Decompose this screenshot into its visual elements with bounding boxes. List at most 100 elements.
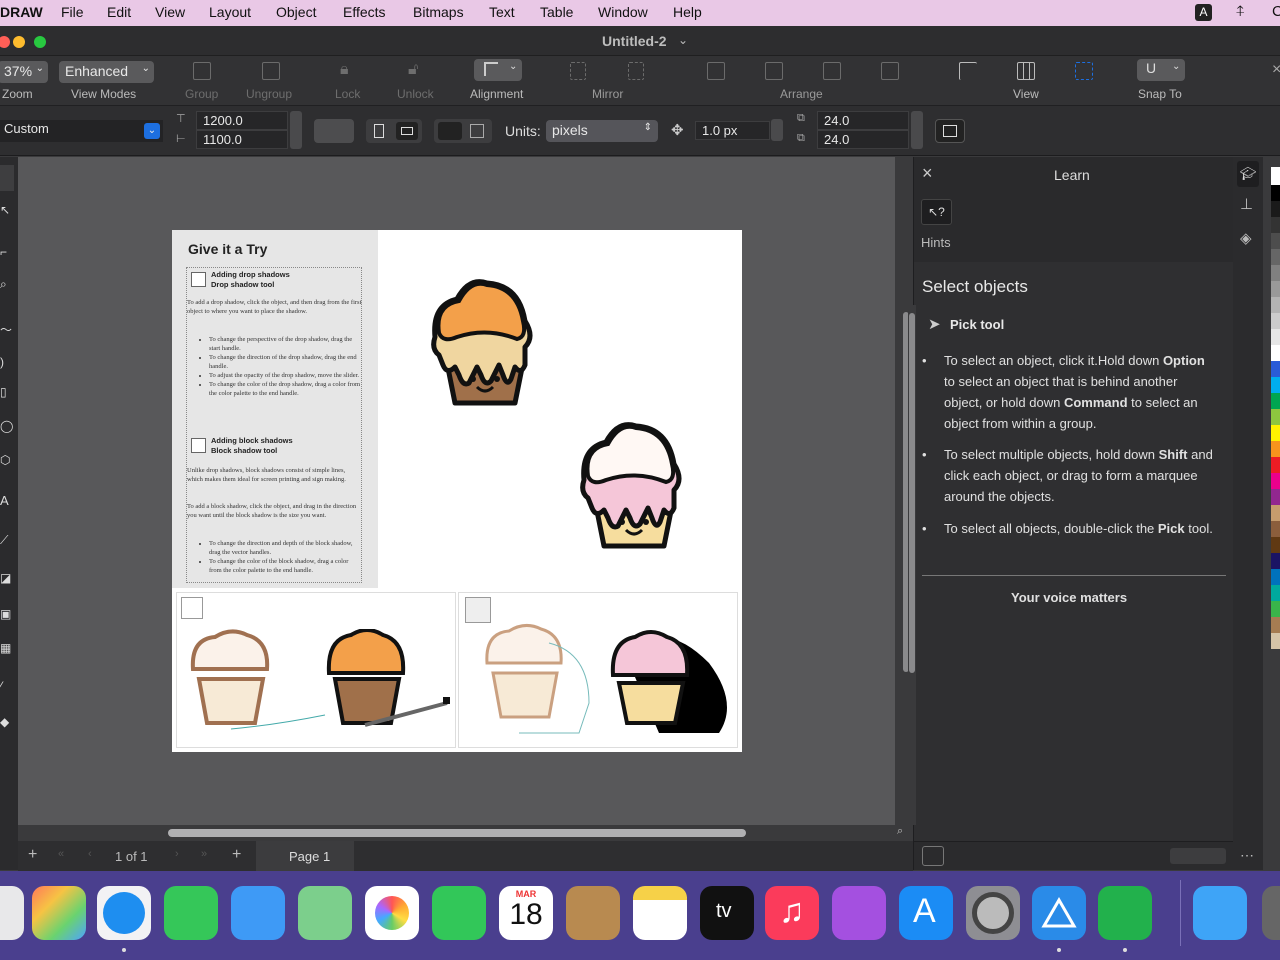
menu-file[interactable]: File: [61, 4, 84, 20]
menu-bitmaps[interactable]: Bitmaps: [413, 4, 464, 20]
window-title[interactable]: Untitled-2: [602, 33, 667, 49]
music-icon[interactable]: ♫: [765, 886, 819, 940]
forward-one-icon[interactable]: [765, 62, 783, 80]
menu-text[interactable]: Text: [489, 4, 515, 20]
color-swatch[interactable]: [1271, 249, 1280, 265]
color-swatch[interactable]: [1271, 217, 1280, 233]
color-swatch[interactable]: [1271, 265, 1280, 281]
zoom-navigator-icon[interactable]: ⌕: [897, 825, 903, 838]
rulers-icon[interactable]: [959, 62, 977, 80]
zoom-dropdown[interactable]: 37% ⌄: [0, 61, 48, 83]
color-swatch[interactable]: [1271, 441, 1280, 457]
photos-icon[interactable]: [365, 886, 419, 940]
mirror-vertical-icon[interactable]: [628, 62, 644, 80]
color-swatch[interactable]: [1271, 553, 1280, 569]
horizontal-scrollbar-track[interactable]: ⌕: [18, 825, 903, 841]
add-page-after-icon[interactable]: +: [232, 846, 241, 864]
menu-table[interactable]: Table: [540, 4, 573, 20]
close-icon[interactable]: ×: [922, 163, 933, 184]
color-swatch[interactable]: [1271, 473, 1280, 489]
freehand-tool-icon[interactable]: 〜: [0, 321, 12, 338]
last-page-icon[interactable]: »: [201, 848, 207, 860]
size-stepper[interactable]: [290, 111, 302, 149]
hints-tab[interactable]: ↖?: [921, 199, 952, 225]
connector-tool-icon[interactable]: ⟋: [0, 533, 8, 548]
page-height-field[interactable]: 1100.0: [196, 130, 288, 149]
layers-tab-icon[interactable]: ◈: [1240, 229, 1252, 247]
nudge-stepper[interactable]: [771, 119, 783, 141]
fill-tool-icon[interactable]: ◆: [0, 715, 9, 729]
color-swatch[interactable]: [1271, 201, 1280, 217]
learn-tab-icon[interactable]: 🎓︎: [1237, 161, 1259, 187]
downloads-folder-icon[interactable]: [1193, 886, 1247, 940]
trash-icon[interactable]: [1262, 886, 1280, 940]
eyedropper-tool-icon[interactable]: ⁄: [0, 679, 2, 693]
chevron-down-icon[interactable]: ⌄: [678, 33, 688, 47]
treat-as-filled-button[interactable]: [935, 119, 965, 143]
messages-icon[interactable]: [164, 886, 218, 940]
safari-icon[interactable]: [97, 886, 151, 940]
all-pages-icon[interactable]: [438, 122, 462, 140]
polygon-tool-icon[interactable]: ⬡: [0, 453, 10, 467]
crop-tool-icon[interactable]: ⌐: [0, 245, 7, 259]
pink-cupcake-illustration[interactable]: [576, 418, 686, 553]
orange-cupcake-illustration[interactable]: [427, 275, 537, 410]
airdrop-icon[interactable]: ⍏: [1236, 3, 1245, 20]
color-swatch[interactable]: [1271, 505, 1280, 521]
close-icon[interactable]: ×: [1272, 61, 1280, 79]
units-dropdown[interactable]: pixels ⇕: [546, 120, 658, 142]
lock-icon[interactable]: 🔒︎: [340, 61, 349, 79]
color-swatch[interactable]: [1271, 569, 1280, 585]
color-swatch[interactable]: [1271, 521, 1280, 537]
app-store-icon[interactable]: A: [899, 886, 953, 940]
more-options-icon[interactable]: ⋯: [1240, 847, 1254, 864]
mail-icon[interactable]: [231, 886, 285, 940]
duplicate-y-field[interactable]: 24.0: [817, 130, 909, 149]
shadow-tool-icon[interactable]: ◪: [0, 571, 11, 585]
view-mode-dropdown[interactable]: Enhanced ⌄: [59, 61, 154, 83]
zoom-tool-icon[interactable]: ⌕: [0, 277, 7, 292]
previous-page-icon[interactable]: ‹: [88, 848, 92, 860]
facetime-icon[interactable]: [432, 886, 486, 940]
shape-tool-icon[interactable]: ↖: [0, 203, 10, 217]
document-page[interactable]: Give it a Try Adding drop shadows Drop s…: [172, 230, 742, 752]
to-back-icon[interactable]: [881, 62, 899, 80]
menu-effects[interactable]: Effects: [343, 4, 386, 20]
page-width-field[interactable]: 1200.0: [196, 111, 288, 130]
ungroup-icon[interactable]: [262, 62, 280, 80]
pick-tool-icon[interactable]: [0, 165, 14, 191]
minimize-window-button[interactable]: [13, 36, 25, 48]
menu-layout[interactable]: Layout: [209, 4, 251, 20]
menu-edit[interactable]: Edit: [107, 4, 131, 20]
corel-vector-icon[interactable]: [1098, 886, 1152, 940]
navigation-buttons[interactable]: [1170, 848, 1226, 864]
page-preset-button[interactable]: [314, 119, 354, 143]
system-settings-icon[interactable]: [966, 886, 1020, 940]
app-menu[interactable]: DRAW: [0, 4, 43, 20]
color-swatch[interactable]: [1271, 537, 1280, 553]
color-swatch[interactable]: [1271, 409, 1280, 425]
control-center-icon[interactable]: C: [1272, 3, 1280, 20]
to-front-icon[interactable]: [707, 62, 725, 80]
learn-scrollbar[interactable]: [908, 305, 916, 825]
apple-tv-icon[interactable]: tv: [700, 886, 754, 940]
maps-icon[interactable]: [298, 886, 352, 940]
coreldraw-icon[interactable]: [1032, 886, 1086, 940]
color-swatch[interactable]: [1271, 585, 1280, 601]
contacts-icon[interactable]: [566, 886, 620, 940]
launchpad-icon[interactable]: [32, 886, 86, 940]
rectangle-tool-icon[interactable]: ▯: [0, 385, 7, 399]
color-swatch[interactable]: [1271, 377, 1280, 393]
color-swatch[interactable]: [1271, 281, 1280, 297]
grid-icon[interactable]: [1017, 62, 1035, 80]
feedback-link[interactable]: Your voice matters: [1011, 590, 1127, 605]
artistic-media-icon[interactable]: ): [0, 355, 4, 369]
checker-tool-icon[interactable]: ▦: [0, 641, 11, 655]
current-page-icon[interactable]: [470, 124, 484, 138]
menu-window[interactable]: Window: [598, 4, 648, 20]
transform-tab-icon[interactable]: ⊥: [1240, 195, 1253, 213]
tab-page-1[interactable]: Page 1: [256, 841, 354, 871]
color-swatch[interactable]: [1271, 601, 1280, 617]
nudge-field[interactable]: 1.0 px: [695, 121, 770, 140]
color-swatch[interactable]: [1271, 457, 1280, 473]
